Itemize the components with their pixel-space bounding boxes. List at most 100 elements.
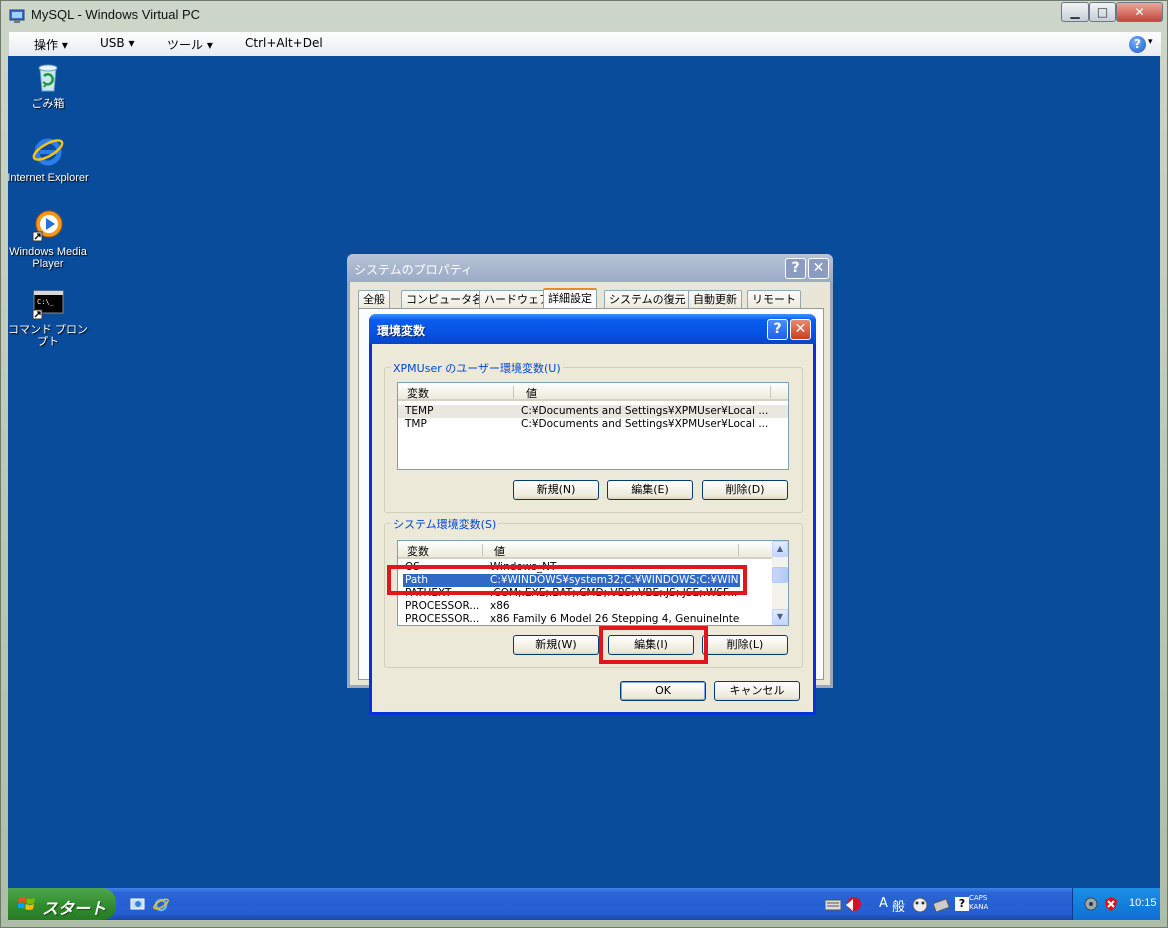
desktop-icon-media-player[interactable]: Windows Media Player <box>6 208 90 270</box>
desktop-icon-command-prompt[interactable]: C:\_ コマンド プロンプト <box>6 286 90 348</box>
column-header-value[interactable]: 値 <box>494 543 505 559</box>
system-new-button[interactable]: 新規(W) <box>513 635 599 655</box>
variable-name: PROCESSOR... <box>405 613 480 625</box>
variable-value: x86 Family 6 Model 26 Stepping 4, Genuin… <box>490 613 740 625</box>
start-label: スタート <box>42 901 107 918</box>
envdlg-title: 環境変数 <box>377 324 426 338</box>
list-item[interactable]: PROCESSOR... x86 Family 6 Model 26 Stepp… <box>398 613 773 625</box>
virtual-pc-icon <box>9 9 25 23</box>
desktop-icon-recycle-bin[interactable]: ごみ箱 <box>6 60 90 110</box>
column-header-variable[interactable]: 変数 <box>407 543 429 559</box>
desktop-icon-label: コマンド プロンプト <box>7 324 89 348</box>
ime-icon[interactable] <box>843 895 863 913</box>
clock[interactable]: 10:15 <box>1129 897 1157 909</box>
security-shield-icon[interactable] <box>1103 896 1119 912</box>
tab-automatic-updates[interactable]: 自動更新 <box>688 290 742 309</box>
tab-advanced[interactable]: 詳細設定 <box>543 288 597 310</box>
language-bar: A 般 ? <box>823 891 1068 917</box>
help-icon[interactable]: ? <box>1129 36 1146 53</box>
system-list-scrollbar[interactable]: ▲ ▼ <box>772 541 788 625</box>
scroll-down-icon[interactable]: ▼ <box>772 609 788 625</box>
minimize-button[interactable]: ▁ <box>1061 2 1089 22</box>
ime-mode[interactable]: A <box>879 896 888 911</box>
network-icon[interactable] <box>1083 896 1099 912</box>
user-edit-button[interactable]: 編集(E) <box>607 480 693 500</box>
ime-tools-icon[interactable] <box>932 896 950 914</box>
sysprops-titlebar[interactable]: システムのプロパティ ? ✕ <box>347 254 833 282</box>
kana-indicator: KANA <box>969 903 989 911</box>
desktop-icon-label: Windows Media Player <box>9 246 87 270</box>
menu-ctrl-alt-del[interactable]: Ctrl+Alt+Del <box>245 36 323 50</box>
system-delete-button[interactable]: 削除(L) <box>702 635 788 655</box>
chevron-down-icon[interactable]: ▾ <box>1148 37 1153 47</box>
sysprops-close-button[interactable]: ✕ <box>808 258 829 279</box>
environment-variables-dialog: 環境変数 ? ✕ XPMUser のユーザー環境変数(U) 変数 値 TEMP … <box>369 314 816 715</box>
tab-remote[interactable]: リモート <box>747 290 801 309</box>
taskbar: スタート A 般 ? CAPS KANA 10:15 <box>8 888 1160 920</box>
system-variables-group: システム環境変数(S) 変数 値 OS Windows_NT Path C:¥W… <box>384 516 803 668</box>
menu-usb[interactable]: USB ▾ <box>100 36 134 50</box>
tab-computer-name[interactable]: コンピュータ名 <box>401 290 488 309</box>
column-divider[interactable] <box>738 544 739 556</box>
list-item[interactable]: TMP C:¥Documents and Settings¥XPMUser¥Lo… <box>398 418 788 431</box>
scroll-up-icon[interactable]: ▲ <box>772 541 788 557</box>
scroll-thumb[interactable] <box>772 567 788 583</box>
column-divider[interactable] <box>482 544 483 556</box>
close-button[interactable]: ✕ <box>1116 2 1163 22</box>
variable-value: x86 <box>490 600 510 612</box>
tab-system-restore[interactable]: システムの復元 <box>604 290 691 309</box>
variable-name: TMP <box>405 418 427 430</box>
cancel-button[interactable]: キャンセル <box>714 681 800 701</box>
menu-tools[interactable]: ツール ▾ <box>167 36 213 53</box>
variable-name: PROCESSOR... <box>405 600 480 612</box>
tab-general[interactable]: 全般 <box>358 290 390 309</box>
variable-value: C:¥Documents and Settings¥XPMUser¥Local … <box>521 405 769 417</box>
list-item[interactable]: PROCESSOR... x86 <box>398 600 773 613</box>
lock-status: CAPS KANA <box>969 894 988 912</box>
show-desktop-icon[interactable] <box>130 896 146 912</box>
user-variables-label: XPMUser のユーザー環境変数(U) <box>391 360 563 376</box>
list-item[interactable]: TEMP C:¥Documents and Settings¥XPMUser¥L… <box>398 405 788 418</box>
caps-indicator: CAPS <box>969 894 988 902</box>
desktop-icon-internet-explorer[interactable]: Internet Explorer <box>6 134 90 184</box>
sysprops-title: システムのプロパティ <box>354 263 473 277</box>
column-divider[interactable] <box>513 386 514 398</box>
maximize-button[interactable]: □ <box>1089 2 1116 22</box>
system-tray: 10:15 <box>1072 888 1160 920</box>
user-variables-list[interactable]: 変数 値 TEMP C:¥Documents and Settings¥XPMU… <box>397 382 789 470</box>
variable-name: TEMP <box>405 405 434 417</box>
envdlg-close-button[interactable]: ✕ <box>790 319 811 340</box>
keyboard-icon[interactable] <box>825 899 841 911</box>
ok-button[interactable]: OK <box>620 681 706 701</box>
column-header-variable[interactable]: 変数 <box>407 385 429 401</box>
envdlg-help-button[interactable]: ? <box>767 319 788 340</box>
system-variables-label: システム環境変数(S) <box>391 516 499 532</box>
host-menubar: 操作 ▾ USB ▾ ツール ▾ Ctrl+Alt+Del ? ▾ <box>9 32 1161 57</box>
list-header: 変数 値 <box>398 383 788 401</box>
svg-text:C:\_: C:\_ <box>37 298 55 306</box>
menu-action[interactable]: 操作 ▾ <box>34 36 68 53</box>
user-variables-group: XPMUser のユーザー環境変数(U) 変数 値 TEMP C:¥Docume… <box>384 360 803 513</box>
desktop-icon-label: Internet Explorer <box>7 172 89 184</box>
annotation-highlight-path <box>387 565 747 595</box>
host-window-title: MySQL - Windows Virtual PC <box>31 7 201 22</box>
sysprops-help-button[interactable]: ? <box>785 258 806 279</box>
ime-pad-icon[interactable] <box>911 896 929 914</box>
recycle-bin-icon <box>38 64 58 92</box>
user-delete-button[interactable]: 削除(D) <box>702 480 788 500</box>
column-divider[interactable] <box>770 386 771 398</box>
windows-logo-icon <box>18 897 35 910</box>
variable-value: C:¥Documents and Settings¥XPMUser¥Local … <box>521 418 769 430</box>
envdlg-titlebar[interactable]: 環境変数 ? ✕ <box>369 314 816 344</box>
media-player-icon <box>32 210 63 242</box>
internet-explorer-icon[interactable] <box>153 896 169 912</box>
user-new-button[interactable]: 新規(N) <box>513 480 599 500</box>
column-header-value[interactable]: 値 <box>526 385 537 401</box>
list-header: 変数 値 <box>398 541 773 559</box>
ime-help-icon[interactable]: ? <box>955 897 969 911</box>
host-titlebar[interactable]: MySQL - Windows Virtual PC ▁ □ ✕ <box>1 1 1167 31</box>
annotation-highlight-edit <box>599 626 708 664</box>
start-button[interactable]: スタート <box>8 888 116 920</box>
internet-explorer-icon <box>32 138 64 166</box>
ime-input-mode[interactable]: 般 <box>892 896 905 915</box>
